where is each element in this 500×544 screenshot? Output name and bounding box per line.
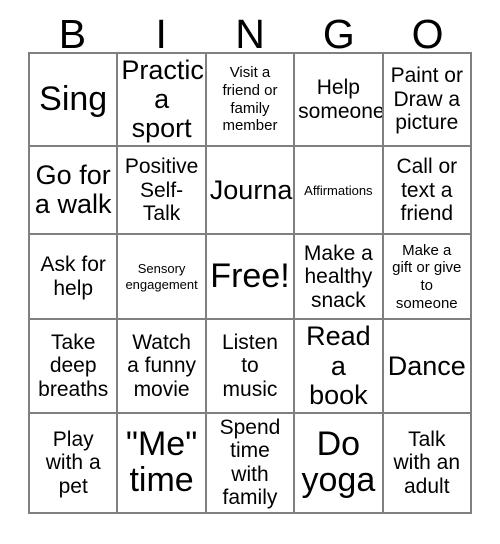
bingo-cell-label: Listen to music [221, 330, 278, 401]
bingo-cell[interactable]: Make a gift or give to someone [382, 234, 473, 321]
bingo-cell-label: Make a healthy snack [303, 241, 373, 312]
header-letter-g: G [322, 11, 355, 57]
bingo-card: B I N G O Sing Practice a sport Visit a … [0, 0, 500, 544]
bingo-cell[interactable]: Make a healthy snack [294, 234, 384, 321]
bingo-cell[interactable]: Paint or Draw a picture [382, 53, 473, 148]
bingo-cell-label: "Me" time [125, 425, 198, 499]
bingo-cell[interactable]: Do yoga [294, 412, 384, 515]
bingo-cell[interactable]: Play with a pet [29, 412, 119, 515]
bingo-cell[interactable]: Watch a funny movie [117, 319, 207, 414]
bingo-row: Play with a pet "Me" time Spend time wit… [29, 412, 473, 515]
bingo-cell[interactable]: Visit a friend or family member [205, 53, 296, 148]
bingo-cell-label: Play with a pet [45, 427, 101, 498]
bingo-cell-label: Go for a walk [34, 160, 112, 220]
bingo-cell[interactable]: "Me" time [117, 412, 207, 515]
bingo-cell-label: Make a gift or give to someone [392, 241, 462, 312]
header-letter-i: I [155, 11, 167, 57]
bingo-cell[interactable]: Spend time with family [205, 412, 296, 515]
bingo-cell-label: Read a book [306, 321, 371, 410]
header-letter-b: B [58, 11, 87, 57]
bingo-cell-label: Watch a funny movie [127, 330, 197, 401]
header-letter-o: O [411, 11, 444, 57]
bingo-cell[interactable]: Call or text a friend [382, 146, 473, 236]
bingo-cell-label: Affirmations [304, 182, 373, 198]
bingo-cell-label: Paint or Draw a picture [390, 64, 463, 135]
bingo-cell[interactable]: Affirmations [294, 146, 384, 236]
bingo-cell[interactable]: Practice a sport [117, 53, 207, 148]
bingo-row: Take deep breaths Watch a funny movie Li… [29, 319, 473, 414]
bingo-cell-label: Help someone [298, 76, 383, 123]
bingo-cell[interactable]: Journal [205, 146, 296, 236]
bingo-cell[interactable]: Sing [29, 53, 119, 148]
bingo-cell[interactable]: Ask for help [29, 234, 119, 321]
bingo-cell[interactable]: Sensory engagement [117, 234, 207, 321]
bingo-row: Ask for help Sensory engagement Free! Ma… [29, 234, 473, 321]
bingo-cell-label: Dance [387, 350, 466, 381]
bingo-cell-label: Spend time with family [219, 415, 281, 510]
bingo-cell-free[interactable]: Free! [205, 234, 296, 321]
bingo-cell-label: Positive Self- Talk [124, 155, 199, 226]
bingo-cell-label: Talk with an adult [393, 427, 461, 498]
bingo-cell[interactable]: Talk with an adult [382, 412, 473, 515]
bingo-cell[interactable]: Help someone [294, 53, 384, 148]
bingo-cell-label: Free! [210, 257, 290, 296]
bingo-row: Sing Practice a sport Visit a friend or … [29, 53, 473, 148]
bingo-grid: Sing Practice a sport Visit a friend or … [28, 52, 473, 515]
bingo-cell[interactable]: Go for a walk [29, 146, 119, 236]
bingo-cell-label: Journal [209, 174, 295, 205]
bingo-cell-label: Call or text a friend [396, 155, 458, 226]
bingo-header: B I N G O [28, 0, 472, 57]
bingo-cell-label: Sensory engagement [125, 261, 198, 292]
bingo-cell-label: Take deep breaths [38, 330, 109, 401]
bingo-row: Go for a walk Positive Self- Talk Journa… [29, 146, 473, 236]
bingo-cell[interactable]: Listen to music [205, 319, 296, 414]
bingo-cell[interactable]: Dance [382, 319, 473, 414]
bingo-cell-label: Visit a friend or family member [222, 64, 278, 135]
bingo-cell-label: Do yoga [301, 425, 376, 499]
bingo-cell[interactable]: Positive Self- Talk [117, 146, 207, 236]
bingo-cell-label: Practice a sport [121, 55, 204, 144]
bingo-cell[interactable]: Read a book [294, 319, 384, 414]
bingo-cell-label: Ask for help [40, 253, 106, 300]
bingo-cell-label: Sing [39, 79, 108, 118]
bingo-cell[interactable]: Take deep breaths [29, 319, 119, 414]
header-letter-n: N [235, 11, 265, 57]
